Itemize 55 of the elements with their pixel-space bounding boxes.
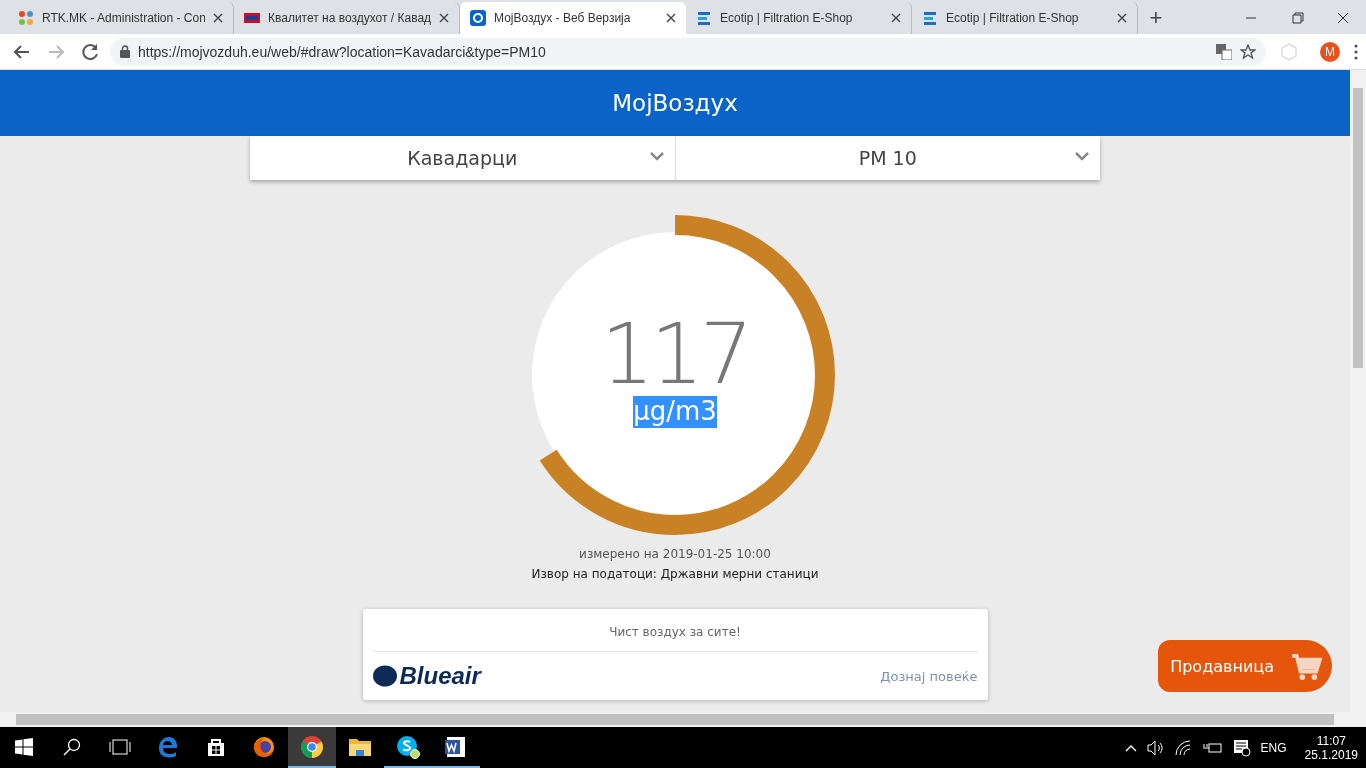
location-dropdown[interactable]: Кавадарци [250, 136, 675, 180]
pm-value: 117 [600, 312, 750, 397]
measured-time: измерено на 2019-01-25 10:00 [579, 547, 771, 561]
chrome-logo-icon[interactable] [300, 734, 324, 759]
page-title: МојВоздух [0, 70, 1350, 136]
battery-plug-icon[interactable] [1200, 740, 1223, 755]
close-icon[interactable] [1117, 13, 1127, 23]
unit-label: µg/m3 [633, 396, 717, 428]
chevron-down-icon [648, 150, 665, 162]
rtk-logo-icon [244, 13, 260, 23]
s-logo-icon[interactable] [396, 734, 420, 759]
close-icon[interactable] [891, 13, 901, 23]
tab-title: МојВоздух - Веб Верзија [494, 11, 632, 25]
puzzle-logo-icon [18, 10, 34, 26]
browser-tab[interactable]: МојВоздух - Веб Верзија [460, 2, 686, 34]
e-logo-icon[interactable] [156, 734, 180, 759]
profile-avatar[interactable]: M [1320, 41, 1340, 62]
bars-logo-icon [922, 10, 938, 26]
translate-icon[interactable] [1216, 43, 1232, 60]
speaker-icon[interactable] [1146, 739, 1165, 756]
ring-logo-icon [470, 10, 486, 26]
taskbar-clock[interactable]: 11:07 25.1.2019 [1304, 733, 1358, 762]
language-indicator[interactable]: ENG [1260, 740, 1287, 755]
address-bar[interactable]: https://mojvozduh.eu/web/#draw?location=Kavadarci&type=PM10 [110, 37, 1266, 66]
windows-logo-icon[interactable] [15, 737, 33, 756]
star-icon[interactable] [1240, 43, 1256, 60]
vertical-scrollbar[interactable] [1350, 70, 1366, 712]
menu-icon[interactable] [1354, 43, 1358, 60]
data-source: Извор на податоци: Државни мерни станици [531, 567, 819, 581]
close-icon[interactable] [666, 13, 676, 23]
shop-button[interactable]: Продавница [1158, 640, 1332, 692]
close-icon[interactable] [213, 13, 223, 23]
horizontal-scrollbar[interactable] [0, 712, 1350, 727]
document-w-icon[interactable] [444, 734, 468, 759]
taskbar-app[interactable] [288, 727, 336, 768]
tab-title: Ecotip | Filtration E-Shop [720, 11, 854, 25]
chevron-down-icon [1074, 150, 1090, 162]
tab-title: Квалитет на воздухот / Кавад [268, 11, 431, 25]
bars-logo-icon [696, 10, 712, 26]
close-icon[interactable] [439, 13, 449, 23]
fox-globe-icon[interactable] [252, 734, 276, 759]
task-view-icon[interactable] [109, 738, 131, 755]
brand-logo-text: Blueair [399, 662, 481, 690]
pollutant-dropdown[interactable]: PM 10 [674, 136, 1100, 180]
wifi-icon[interactable] [1174, 739, 1191, 756]
lock-icon [120, 45, 130, 58]
notification-icon[interactable] [1232, 738, 1251, 757]
search-icon[interactable] [63, 737, 81, 756]
tab-title: Ecotip | Filtration E-Shop [946, 11, 1080, 25]
ad-headline: Чист воздух за сите! [372, 609, 978, 652]
chevron-up-icon[interactable] [1124, 743, 1137, 752]
new-tab-button[interactable]: + [1138, 2, 1174, 34]
tab-title: RTK.MK - Administration - Con [42, 11, 205, 25]
dot-logo-icon [372, 665, 397, 687]
url-text: https://mojvozduh.eu/web/#draw?location=Kavadarci&type=PM10 [138, 43, 547, 60]
